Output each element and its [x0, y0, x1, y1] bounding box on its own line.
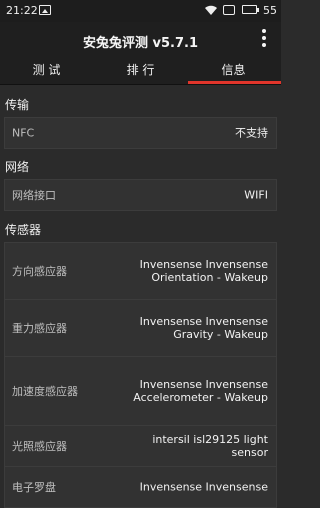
- image-notification-icon: [39, 5, 51, 15]
- battery-saver-icon: [223, 5, 235, 15]
- app-bar: 安兔兔评测 v5.7.1: [0, 22, 281, 58]
- row-label: 加速度感应器: [12, 385, 78, 398]
- row-label: 重力感应器: [12, 322, 67, 335]
- section-title-transfer: 传输: [5, 98, 30, 112]
- battery-icon: [242, 5, 259, 14]
- sensors-card: 方向感应器 Invensense Invensense Orientation …: [4, 242, 277, 508]
- battery-level: 55: [263, 4, 277, 17]
- status-time: 21:22: [6, 4, 38, 17]
- list-item[interactable]: 重力感应器 Invensense Invensense Gravity - Wa…: [5, 300, 276, 357]
- section-title-network: 网络: [5, 160, 30, 174]
- transfer-card: NFC 不支持: [4, 117, 277, 149]
- list-item[interactable]: 加速度感应器 Invensense Invensense Acceleromet…: [5, 357, 276, 426]
- row-label: 电子罗盘: [12, 481, 56, 494]
- list-item[interactable]: NFC 不支持: [5, 118, 276, 148]
- row-value: Invensense Invensense Gravity - Wakeup: [139, 315, 268, 341]
- row-value: Invensense Invensense Orientation - Wake…: [139, 258, 268, 284]
- tab-ranking[interactable]: 排 行: [94, 58, 187, 84]
- list-item[interactable]: 网络接口 WIFI: [5, 180, 276, 210]
- list-item[interactable]: 方向感应器 Invensense Invensense Orientation …: [5, 243, 276, 300]
- row-label: 网络接口: [12, 189, 56, 202]
- row-label: 方向感应器: [12, 265, 67, 278]
- row-label: NFC: [12, 126, 35, 140]
- row-label: 光照感应器: [12, 440, 67, 453]
- row-value: intersil isl29125 light sensor: [152, 433, 268, 459]
- row-value: WIFI: [244, 188, 268, 202]
- tab-selected-indicator: [188, 81, 281, 84]
- more-vert-icon[interactable]: [261, 28, 267, 50]
- list-item[interactable]: 电子罗盘 Invensense Invensense: [5, 467, 276, 507]
- row-value: 不支持: [235, 126, 268, 140]
- tab-bar: 测 试 排 行 信息: [0, 58, 281, 85]
- section-title-sensors: 传感器: [5, 223, 42, 237]
- row-value: Invensense Invensense Accelerometer - Wa…: [133, 378, 268, 404]
- status-bar: 21:22 55: [0, 0, 281, 22]
- row-value: Invensense Invensense: [139, 480, 268, 494]
- tab-test[interactable]: 测 试: [0, 58, 93, 84]
- list-item[interactable]: 光照感应器 intersil isl29125 light sensor: [5, 426, 276, 467]
- wifi-icon: [205, 5, 217, 15]
- app-title: 安兔兔评测 v5.7.1: [82, 36, 198, 51]
- network-card: 网络接口 WIFI: [4, 179, 277, 211]
